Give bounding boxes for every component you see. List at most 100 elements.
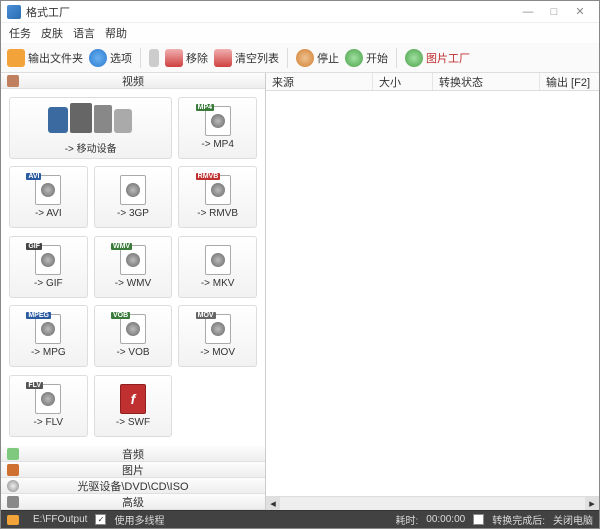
stop-button[interactable]: 停止 xyxy=(296,49,339,67)
start-icon xyxy=(345,49,363,67)
output-folder-button[interactable]: 输出文件夹 xyxy=(7,49,83,67)
remove-label: 移除 xyxy=(186,50,208,66)
elapsed-label: 耗时: xyxy=(396,512,419,527)
clear-button[interactable]: 清空列表 xyxy=(214,49,279,67)
tile-label: -> AVI xyxy=(35,208,62,219)
tile-label: -> GIF xyxy=(34,278,63,289)
after-value[interactable]: 关闭电脑 xyxy=(553,512,593,527)
category-audio[interactable]: 音频 xyxy=(1,446,265,462)
titlebar: 格式工厂 — □ ✕ xyxy=(1,1,599,23)
tile-label: -> WMV xyxy=(115,278,151,289)
clear-label: 清空列表 xyxy=(235,50,279,66)
close-button[interactable]: ✕ xyxy=(567,3,593,21)
scroll-left-icon[interactable]: ◂ xyxy=(266,497,280,510)
category-picture-label: 图片 xyxy=(25,462,259,478)
content: 视频 -> 移动设备 MP4-> MP4 AVI-> AVI -> 3GP RMVB->… xyxy=(1,73,599,510)
app-icon xyxy=(7,5,21,19)
format-tile-rmvb[interactable]: RMVB-> RMVB xyxy=(178,166,257,228)
format-grid: -> 移动设备 MP4-> MP4 AVI-> AVI -> 3GP RMVB-> RM… xyxy=(1,89,265,446)
remove-button[interactable]: 移除 xyxy=(165,49,208,67)
output-folder-label: 输出文件夹 xyxy=(28,50,83,66)
format-tile-gif[interactable]: GIF-> GIF xyxy=(9,236,88,298)
video-icon xyxy=(7,75,19,87)
format-tile-mkv[interactable]: -> MKV xyxy=(178,236,257,298)
left-panel: 视频 -> 移动设备 MP4-> MP4 AVI-> AVI -> 3GP RMVB->… xyxy=(1,73,266,510)
format-tile-swf[interactable]: f-> SWF xyxy=(94,375,173,437)
tile-label: -> MOV xyxy=(200,347,235,358)
toolbar: 输出文件夹 选项 移除 清空列表 停止 开始 图片工厂 xyxy=(1,43,599,73)
after-checkbox[interactable] xyxy=(473,514,484,525)
menubar: 任务 皮肤 语言 帮助 xyxy=(1,23,599,43)
folder-icon xyxy=(7,49,25,67)
format-tile-wmv[interactable]: WMV-> WMV xyxy=(94,236,173,298)
menu-language[interactable]: 语言 xyxy=(73,25,95,41)
tile-label: -> VOB xyxy=(116,347,149,358)
output-path[interactable]: E:\FFOutput xyxy=(33,514,87,525)
format-tile-vob[interactable]: VOB-> VOB xyxy=(94,305,173,367)
col-status[interactable]: 转换状态 xyxy=(433,73,540,90)
tile-label: -> 移动设备 xyxy=(65,140,117,155)
category-video-header[interactable]: 视频 xyxy=(1,73,265,89)
tile-label: -> MKV xyxy=(201,278,235,289)
tile-label: -> RMVB xyxy=(197,208,238,219)
maximize-button[interactable]: □ xyxy=(541,3,567,21)
format-tile-mp4[interactable]: MP4-> MP4 xyxy=(178,97,257,159)
menu-help[interactable]: 帮助 xyxy=(105,25,127,41)
stop-icon xyxy=(296,49,314,67)
remove-icon xyxy=(165,49,183,67)
scroll-track[interactable] xyxy=(280,497,585,510)
category-video: 视频 -> 移动设备 MP4-> MP4 AVI-> AVI -> 3GP RMVB->… xyxy=(1,73,265,446)
category-video-label: 视频 xyxy=(25,73,259,89)
pic-factory-icon xyxy=(405,49,423,67)
options-button[interactable]: 选项 xyxy=(89,49,132,67)
advanced-icon xyxy=(7,496,19,508)
window-title: 格式工厂 xyxy=(26,4,70,20)
format-tile-[interactable]: -> 移动设备 xyxy=(9,97,172,159)
pic-factory-button[interactable]: 图片工厂 xyxy=(405,49,470,67)
h-scrollbar[interactable]: ◂ ▸ xyxy=(266,496,599,510)
menu-skin[interactable]: 皮肤 xyxy=(41,25,63,41)
category-audio-label: 音频 xyxy=(25,446,259,462)
format-tile-3gp[interactable]: -> 3GP xyxy=(94,166,173,228)
pic-factory-label: 图片工厂 xyxy=(426,50,470,66)
tile-label: -> SWF xyxy=(116,417,150,428)
col-size[interactable]: 大小 xyxy=(373,73,433,90)
category-disc[interactable]: 光驱设备\DVD\CD\ISO xyxy=(1,478,265,494)
audio-icon xyxy=(7,448,19,460)
dropdown-icon[interactable] xyxy=(149,49,159,67)
multithread-checkbox[interactable]: ✓ xyxy=(95,514,106,525)
format-tile-flv[interactable]: FLV-> FLV xyxy=(9,375,88,437)
start-button[interactable]: 开始 xyxy=(345,49,388,67)
scroll-right-icon[interactable]: ▸ xyxy=(585,497,599,510)
menu-task[interactable]: 任务 xyxy=(9,25,31,41)
folder-icon xyxy=(7,515,19,525)
col-output[interactable]: 输出 [F2] xyxy=(540,73,599,90)
format-tile-avi[interactable]: AVI-> AVI xyxy=(9,166,88,228)
tile-label: -> FLV xyxy=(34,417,64,428)
gear-icon xyxy=(89,49,107,67)
file-list[interactable] xyxy=(266,91,599,496)
clear-icon xyxy=(214,49,232,67)
tile-label: -> 3GP xyxy=(117,208,149,219)
right-panel: 来源 大小 转换状态 输出 [F2] ◂ ▸ xyxy=(266,73,599,510)
tile-label: -> MP4 xyxy=(201,139,234,150)
tile-label: -> MPG xyxy=(31,347,66,358)
after-label: 转换完成后: xyxy=(492,512,545,527)
options-label: 选项 xyxy=(110,50,132,66)
stop-label: 停止 xyxy=(317,50,339,66)
elapsed-value: 00:00:00 xyxy=(426,514,465,525)
multithread-label[interactable]: 使用多线程 xyxy=(114,512,164,527)
category-picture[interactable]: 图片 xyxy=(1,462,265,478)
disc-icon xyxy=(7,480,19,492)
statusbar: E:\FFOutput ✓ 使用多线程 耗时: 00:00:00 转换完成后: … xyxy=(1,510,599,528)
format-tile-mov[interactable]: MOV-> MOV xyxy=(178,305,257,367)
start-label: 开始 xyxy=(366,50,388,66)
category-advanced[interactable]: 高级 xyxy=(1,494,265,510)
format-tile-mpg[interactable]: MPEG-> MPG xyxy=(9,305,88,367)
separator xyxy=(287,48,288,68)
col-source[interactable]: 来源 xyxy=(266,73,373,90)
category-advanced-label: 高级 xyxy=(25,494,259,510)
minimize-button[interactable]: — xyxy=(515,3,541,21)
picture-icon xyxy=(7,464,19,476)
column-headers: 来源 大小 转换状态 输出 [F2] xyxy=(266,73,599,91)
